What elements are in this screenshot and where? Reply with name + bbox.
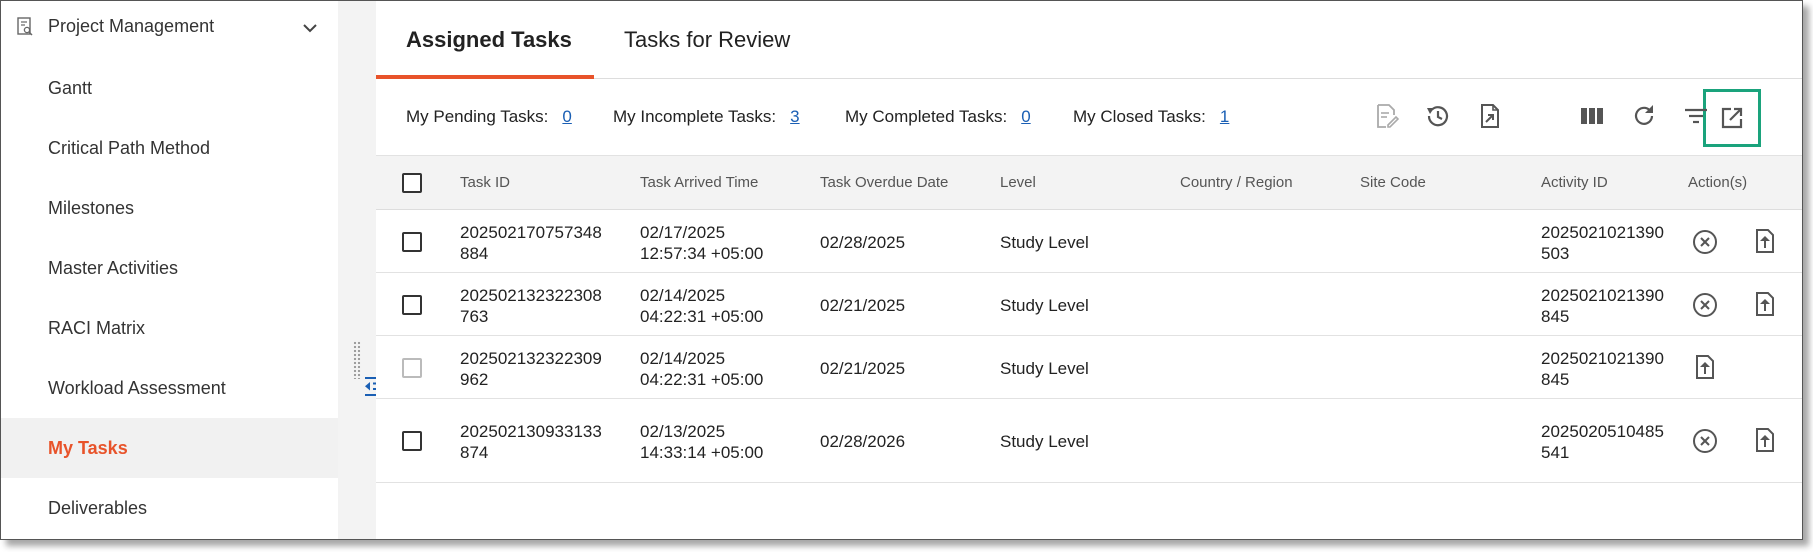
arrived-time-cell: 02/14/2025 04:22:31 +05:00 — [640, 349, 764, 389]
overdue-date-cell: 02/21/2025 — [820, 359, 906, 378]
activity-id-cell: 2025020510485 541 — [1541, 422, 1664, 462]
edit-document-button[interactable] — [1366, 96, 1406, 136]
upload-file-icon[interactable] — [1751, 290, 1779, 318]
cancel-circle-icon[interactable] — [1691, 228, 1719, 256]
incomplete-tasks-label: My Incomplete Tasks: — [613, 107, 777, 126]
tab-assigned-tasks[interactable]: Assigned Tasks — [406, 27, 572, 53]
refresh-button[interactable] — [1624, 96, 1664, 136]
resize-handle[interactable] — [353, 341, 361, 379]
arrived-time-cell: 02/14/2025 04:22:31 +05:00 — [640, 286, 764, 326]
completed-tasks-summary: My Completed Tasks: 0 — [845, 107, 1031, 127]
sidebar-item-critical-path-method[interactable]: Critical Path Method — [1, 118, 338, 178]
sidebar-gutter — [338, 1, 376, 539]
level-cell: Study Level — [1000, 359, 1089, 378]
activity-id-cell: 2025021021390 845 — [1541, 349, 1664, 389]
incomplete-tasks-summary: My Incomplete Tasks: 3 — [613, 107, 800, 127]
level-cell: Study Level — [1000, 233, 1089, 252]
column-header-activity-id[interactable]: Activity ID — [1541, 174, 1608, 191]
column-header-task-arrived-time[interactable]: Task Arrived Time — [640, 174, 758, 191]
row-checkbox[interactable] — [402, 232, 422, 252]
columns-button[interactable] — [1572, 96, 1612, 136]
row-checkbox[interactable] — [402, 295, 422, 315]
main-panel: Assigned Tasks Tasks for Review My Pendi… — [376, 1, 1802, 539]
task-id-cell: 202502130933133 874 — [460, 422, 602, 462]
column-header-country-region[interactable]: Country / Region — [1180, 174, 1293, 191]
activity-id-cell: 2025021021390 845 — [1541, 286, 1664, 326]
tab-tasks-for-review[interactable]: Tasks for Review — [624, 27, 790, 53]
arrived-time-cell: 02/13/2025 14:33:14 +05:00 — [640, 422, 764, 462]
upload-file-icon[interactable] — [1751, 426, 1779, 454]
cancel-circle-icon[interactable] — [1691, 291, 1719, 319]
sidebar-item-workload-assessment[interactable]: Workload Assessment — [1, 358, 338, 418]
row-checkbox[interactable] — [402, 431, 422, 451]
filter-icon — [1685, 108, 1707, 124]
refresh-icon — [1634, 105, 1654, 125]
tab-bar: Assigned Tasks Tasks for Review — [376, 1, 1802, 79]
sidebar-section-header[interactable]: Project Management — [1, 1, 338, 53]
table-row: 202502130933133 874 02/13/2025 14:33:14 … — [376, 399, 1802, 483]
completed-tasks-label: My Completed Tasks: — [845, 107, 1008, 126]
arrived-time-cell: 02/17/2025 12:57:34 +05:00 — [640, 223, 764, 263]
level-cell: Study Level — [1000, 296, 1089, 315]
overdue-date-cell: 02/28/2025 — [820, 233, 906, 252]
filter-button[interactable] — [1676, 96, 1716, 136]
column-header-actions: Action(s) — [1688, 174, 1748, 191]
sidebar-item-deliverables[interactable]: Deliverables — [1, 478, 338, 538]
table-row: 202502132322309 962 02/14/2025 04:22:31 … — [376, 336, 1802, 399]
task-id-cell: 202502132322308 763 — [460, 286, 602, 326]
overdue-date-cell: 02/21/2025 — [820, 296, 906, 315]
task-id-cell: 202502170757348 884 — [460, 223, 602, 263]
sidebar: Project Management Gantt Critical Path M… — [1, 1, 338, 539]
task-id-cell: 202502132322309 962 — [460, 349, 602, 389]
sidebar-item-my-tasks[interactable]: My Tasks — [1, 418, 338, 478]
history-button[interactable] — [1418, 96, 1458, 136]
row-checkbox — [402, 358, 422, 378]
pending-tasks-count-link[interactable]: 0 — [562, 107, 571, 127]
edit-document-icon — [1377, 104, 1400, 128]
pending-tasks-summary: My Pending Tasks: 0 — [406, 107, 572, 127]
sidebar-section-title: Project Management — [48, 16, 215, 36]
sidebar-item-master-activities[interactable]: Master Activities — [1, 238, 338, 298]
export-document-button[interactable] — [1470, 96, 1510, 136]
level-cell: Study Level — [1000, 432, 1089, 451]
closed-tasks-count-link[interactable]: 1 — [1220, 107, 1229, 127]
columns-icon — [1581, 108, 1603, 124]
open-external-icon — [1721, 107, 1743, 129]
history-icon — [1427, 106, 1449, 127]
closed-tasks-summary: My Closed Tasks: 1 — [1073, 107, 1229, 127]
column-header-task-id[interactable]: Task ID — [460, 174, 510, 191]
pending-tasks-label: My Pending Tasks: — [406, 107, 549, 126]
upload-file-icon[interactable] — [1691, 353, 1719, 381]
chevron-down-icon[interactable] — [301, 19, 319, 37]
closed-tasks-label: My Closed Tasks: — [1073, 107, 1206, 126]
sidebar-item-gantt[interactable]: Gantt — [1, 58, 338, 118]
export-document-icon — [1481, 104, 1499, 128]
column-header-level[interactable]: Level — [1000, 174, 1036, 191]
column-header-task-overdue-date[interactable]: Task Overdue Date — [820, 174, 948, 191]
sidebar-item-milestones[interactable]: Milestones — [1, 178, 338, 238]
overdue-date-cell: 02/28/2026 — [820, 432, 906, 451]
table-row: 202502170757348 884 02/17/2025 12:57:34 … — [376, 210, 1802, 273]
select-all-checkbox[interactable] — [402, 173, 422, 193]
app-window: Project Management Gantt Critical Path M… — [0, 0, 1803, 540]
table-row: 202502132322308 763 02/14/2025 04:22:31 … — [376, 273, 1802, 336]
sidebar-item-raci-matrix[interactable]: RACI Matrix — [1, 298, 338, 358]
completed-tasks-count-link[interactable]: 0 — [1021, 107, 1030, 127]
cancel-circle-icon[interactable] — [1691, 427, 1719, 455]
upload-file-icon[interactable] — [1751, 227, 1779, 255]
incomplete-tasks-count-link[interactable]: 3 — [790, 107, 799, 127]
table-header: Task ID Task Arrived Time Task Overdue D… — [376, 155, 1802, 210]
column-header-site-code[interactable]: Site Code — [1360, 174, 1426, 191]
document-search-icon — [17, 17, 33, 36]
activity-id-cell: 2025021021390 503 — [1541, 223, 1664, 263]
